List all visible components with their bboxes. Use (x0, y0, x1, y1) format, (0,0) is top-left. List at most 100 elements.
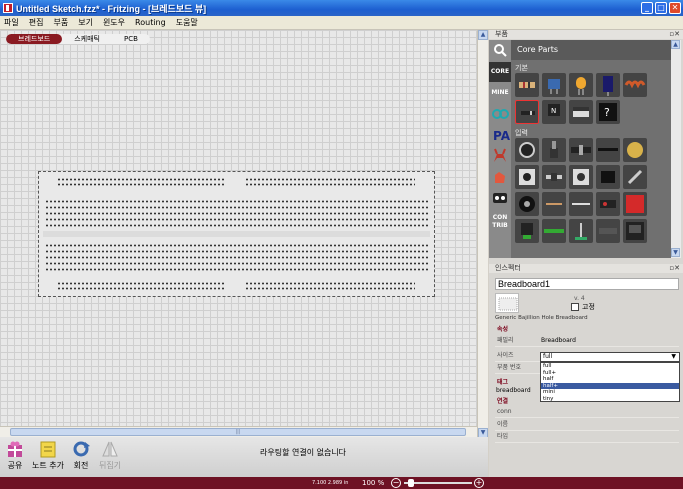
zoom-in-icon[interactable]: + (474, 478, 484, 488)
parts-panel-title: 부품 ▫✕ (489, 30, 683, 39)
family-row: 패밀리 Breadboard (495, 335, 679, 347)
ic-part-icon[interactable] (569, 100, 593, 124)
led-bar-part-icon[interactable] (542, 219, 566, 243)
size-option[interactable]: tiny (541, 396, 679, 403)
menu-view[interactable]: 보기 (78, 17, 93, 28)
hand-icon[interactable] (489, 167, 511, 187)
title-bar: Untitled Sketch.fzz* - Fritzing - [브레드보드… (0, 0, 683, 16)
tilt-switch-part-icon[interactable] (623, 165, 647, 189)
lock-checkbox[interactable] (571, 303, 579, 311)
close-button[interactable]: ✕ (669, 2, 681, 14)
nav-core[interactable]: CORE (489, 62, 511, 82)
parts-bin-header: Core Parts (511, 40, 671, 60)
flip-button[interactable]: 뒤집기 (95, 440, 125, 471)
chevron-down-icon: ▼ (671, 353, 676, 360)
name-row: 이름 (495, 419, 679, 431)
rotary-encoder-part-icon[interactable] (515, 165, 539, 189)
tab-breadboard[interactable]: 브레드보드 (6, 34, 63, 44)
flex-sensor-part-icon[interactable] (596, 138, 620, 162)
search-icon[interactable] (489, 40, 511, 60)
part-title-field[interactable]: Breadboard1 (495, 278, 679, 290)
size-dropdown-list[interactable]: full full+ half half+ mini tiny (540, 362, 680, 402)
canvas-horizontal-scrollbar[interactable]: ||| (0, 426, 477, 437)
tactile-button-part-icon[interactable] (569, 165, 593, 189)
rotary-pot-part-icon[interactable] (542, 138, 566, 162)
family-value: Breadboard (541, 337, 576, 344)
rfid-part-icon[interactable] (623, 219, 647, 243)
hole-row (45, 212, 428, 215)
minimize-button[interactable]: _ (641, 2, 653, 14)
nav-contrib[interactable]: CON TRIB (489, 212, 511, 232)
inspector-close-icon[interactable]: ▫✕ (669, 264, 680, 273)
fritzing-window: Untitled Sketch.fzz* - Fritzing - [브레드보드… (0, 0, 683, 489)
canvas-vertical-scrollbar[interactable]: ▲ ▼ (477, 30, 488, 440)
reed-switch-part-icon[interactable] (569, 192, 593, 216)
transistor-part-icon[interactable] (542, 73, 566, 97)
menu-routing[interactable]: Routing (135, 18, 166, 27)
piezo-part-icon[interactable] (515, 192, 539, 216)
seeed-icon[interactable] (489, 188, 511, 208)
sensor-module-part-icon[interactable] (596, 192, 620, 216)
pushbutton-part-icon[interactable] (542, 165, 566, 189)
cursor-coordinates: 7.100 2.989 in (312, 480, 349, 486)
add-note-button[interactable]: 노트 추가 (28, 440, 68, 471)
horizontal-scroll-thumb[interactable]: ||| (10, 428, 466, 436)
svg-text:N: N (551, 107, 556, 115)
module-part-icon[interactable] (596, 219, 620, 243)
mystery-part-icon[interactable]: ? (596, 100, 620, 124)
thermistor-part-icon[interactable] (542, 192, 566, 216)
reindeer-icon[interactable] (489, 146, 511, 166)
scroll-up-icon[interactable]: ▲ (478, 30, 488, 40)
zoom-slider-track[interactable] (404, 482, 472, 484)
menu-file[interactable]: 파일 (4, 17, 19, 28)
power-rail-top-left-2 (57, 183, 225, 186)
arduino-icon[interactable] (489, 104, 511, 124)
maximize-button[interactable]: □ (655, 2, 667, 14)
power-rail-top-right-2 (245, 183, 415, 186)
size-select[interactable]: full ▼ (540, 352, 680, 362)
breadboard-part[interactable] (38, 171, 435, 297)
slide-pot-part-icon[interactable] (569, 138, 593, 162)
rotate-button[interactable]: 회전 (66, 440, 96, 471)
flip-label: 뒤집기 (98, 461, 122, 470)
tab-schematic[interactable]: 스케매틱 (62, 34, 112, 44)
capacitor-part-icon[interactable] (596, 73, 620, 97)
section-input: 입력 (515, 129, 528, 137)
resistor-part-icon[interactable] (515, 73, 539, 97)
parts-panel-title-text: 부품 (495, 30, 508, 38)
inspector-panel: 인스펙터 ▫✕ Breadboard1 v. 4 고정 Generic Baji… (489, 264, 683, 477)
parts-scroll-up-icon[interactable]: ▲ (671, 40, 680, 49)
potentiometer-part-icon[interactable] (515, 138, 539, 162)
breakout-board-part-icon[interactable] (623, 192, 647, 216)
routing-status-message: 라우팅할 연결이 없습니다 (260, 448, 347, 457)
zoom-out-icon[interactable]: − (391, 478, 401, 488)
parts-bin-scrollbar[interactable]: ▲ ▼ (671, 40, 681, 258)
led-part-icon[interactable] (569, 73, 593, 97)
share-button[interactable]: 공유 (0, 440, 30, 471)
pa-icon[interactable]: PA (489, 125, 511, 145)
center-channel (43, 231, 430, 237)
parts-scroll-down-icon[interactable]: ▼ (671, 248, 680, 257)
menu-window[interactable]: 윈도우 (103, 17, 125, 28)
parts-panel-close-icon[interactable]: ▫✕ (669, 30, 680, 39)
size-label: 사이즈 (497, 352, 514, 359)
power-rail-bottom-right-2 (245, 287, 415, 290)
tab-pcb[interactable]: PCB (112, 34, 150, 44)
joystick-part-icon[interactable] (569, 219, 593, 243)
knob-part-icon[interactable] (623, 138, 647, 162)
mosfet-part-icon[interactable]: N (542, 100, 566, 124)
inductor-part-icon[interactable] (623, 73, 647, 97)
menu-part[interactable]: 부품 (53, 17, 68, 28)
dip-switch-part-icon[interactable] (596, 165, 620, 189)
right-dock: 부품 ▫✕ CORE MINE PA CON TRIB Core Parts 기… (489, 30, 683, 477)
menu-help[interactable]: 도움말 (176, 17, 198, 28)
rotate-icon (71, 440, 91, 458)
menu-edit[interactable]: 편집 (29, 17, 44, 28)
diode-part-icon[interactable] (515, 100, 539, 124)
power-rail-bottom-left-2 (57, 287, 225, 290)
flame-sensor-part-icon[interactable] (515, 219, 539, 243)
view-tabs: 브레드보드 스케매틱 PCB (6, 34, 150, 44)
parts-bin-nav: CORE MINE PA CON TRIB (489, 40, 511, 258)
nav-mine[interactable]: MINE (489, 83, 511, 103)
zoom-slider-handle[interactable] (408, 479, 414, 487)
